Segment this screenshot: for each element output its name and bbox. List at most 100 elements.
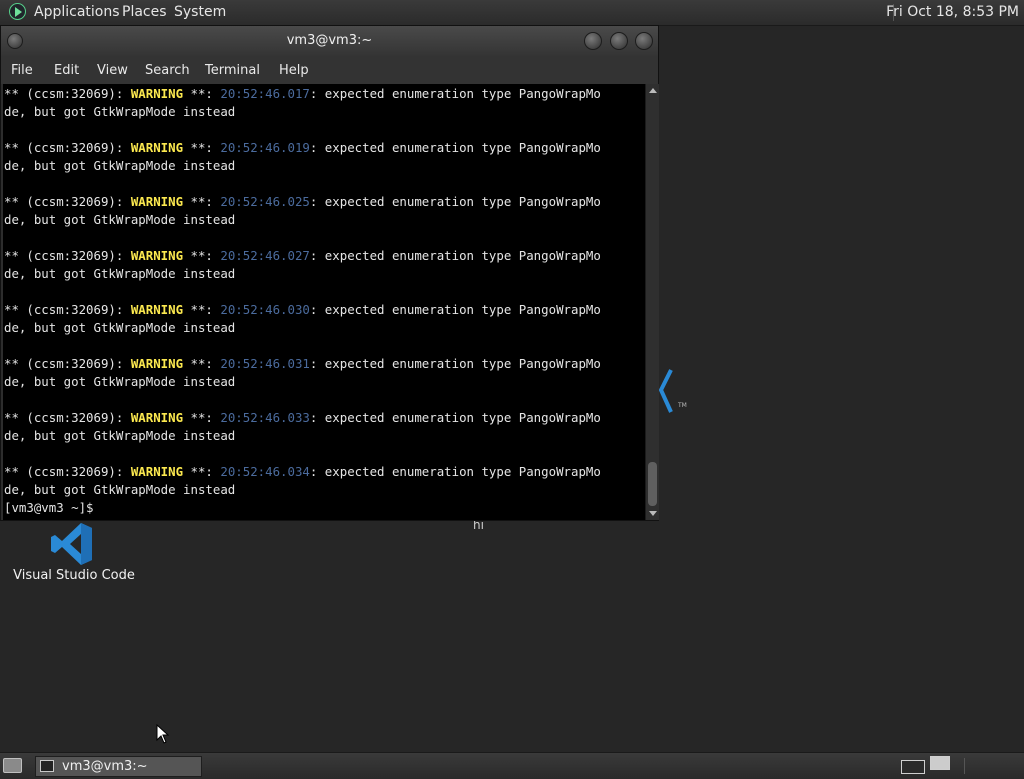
top-panel: Applications Places System Fri Oct 18, 8…: [0, 0, 1024, 26]
terminal-output[interactable]: ** (ccsm:32069): WARNING **: 20:52:46.01…: [3, 84, 645, 520]
log-prefix: ** (ccsm:32069):: [4, 410, 131, 425]
taskbar-item-label: vm3@vm3:~: [62, 759, 148, 774]
terminal-line: ** (ccsm:32069): WARNING **: 20:52:46.03…: [4, 463, 601, 481]
clock[interactable]: Fri Oct 18, 8:53 PM: [886, 4, 1019, 20]
terminal-line-wrap: de, but got GtkWrapMode instead: [4, 103, 601, 121]
log-timestamp: 20:52:46.017: [220, 86, 310, 101]
log-level-warning: WARNING: [130, 86, 184, 101]
terminal-line: ** (ccsm:32069): WARNING **: 20:52:46.02…: [4, 193, 601, 211]
log-message-continued: de, but got GtkWrapMode instead: [4, 428, 236, 443]
vscode-label: Visual Studio Code: [13, 568, 135, 583]
log-timestamp: 20:52:46.025: [220, 194, 310, 209]
menu-search[interactable]: Search: [145, 63, 190, 78]
shell-prompt: [vm3@vm3 ~]$: [4, 500, 101, 515]
log-separator: **:: [183, 248, 221, 263]
menu-places[interactable]: Places: [122, 4, 167, 20]
terminal-window: vm3@vm3:~ File Edit View Search Terminal…: [0, 25, 659, 521]
log-prefix: ** (ccsm:32069):: [4, 140, 131, 155]
log-timestamp: 20:52:46.033: [220, 410, 310, 425]
log-message-continued: de, but got GtkWrapMode instead: [4, 212, 236, 227]
terminal-line-wrap: de, but got GtkWrapMode instead: [4, 211, 601, 229]
log-message: : expected enumeration type PangoWrapMo: [309, 248, 601, 263]
terminal-line-wrap: de, but got GtkWrapMode instead: [4, 265, 601, 283]
terminal-prompt-line[interactable]: [vm3@vm3 ~]$: [4, 499, 601, 517]
log-separator: **:: [183, 140, 221, 155]
log-prefix: ** (ccsm:32069):: [4, 194, 131, 209]
log-prefix: ** (ccsm:32069):: [4, 356, 131, 371]
log-message: : expected enumeration type PangoWrapMo: [309, 302, 601, 317]
menu-file[interactable]: File: [11, 63, 33, 78]
window-menubar: File Edit View Search Terminal Help: [1, 56, 658, 84]
log-timestamp: 20:52:46.019: [220, 140, 310, 155]
scroll-thumb[interactable]: [648, 462, 657, 506]
menu-system[interactable]: System: [174, 4, 226, 20]
workspace-2-icon[interactable]: [930, 756, 950, 770]
log-timestamp: 20:52:46.031: [220, 356, 310, 371]
applications-logo-icon[interactable]: [9, 3, 26, 20]
terminal-line-wrap: de, but got GtkWrapMode instead: [4, 157, 601, 175]
log-timestamp: 20:52:46.034: [220, 464, 310, 479]
log-level-warning: WARNING: [130, 464, 184, 479]
terminal-line-wrap: de, but got GtkWrapMode instead: [4, 319, 601, 337]
mouse-pointer-icon: [156, 724, 170, 744]
tray-separator: [964, 758, 965, 774]
terminal-scrollbar[interactable]: [645, 84, 659, 520]
terminal-line: ** (ccsm:32069): WARNING **: 20:52:46.01…: [4, 85, 601, 103]
log-separator: **:: [183, 464, 221, 479]
bottom-panel: vm3@vm3:~: [0, 752, 1024, 779]
scroll-up-arrow-icon[interactable]: [649, 88, 657, 93]
log-separator: **:: [183, 302, 221, 317]
log-message-continued: de, but got GtkWrapMode instead: [4, 104, 236, 119]
log-prefix: ** (ccsm:32069):: [4, 86, 131, 101]
log-message: : expected enumeration type PangoWrapMo: [309, 86, 601, 101]
trademark-mark: TM: [678, 402, 687, 409]
terminal-line-wrap: de, but got GtkWrapMode instead: [4, 427, 601, 445]
log-level-warning: WARNING: [130, 248, 184, 263]
log-timestamp: 20:52:46.030: [220, 302, 310, 317]
log-message-continued: de, but got GtkWrapMode instead: [4, 482, 236, 497]
terminal-icon: [40, 760, 54, 772]
menu-help[interactable]: Help: [279, 63, 309, 78]
minimize-button[interactable]: [584, 32, 602, 50]
log-message: : expected enumeration type PangoWrapMo: [309, 410, 601, 425]
menu-terminal[interactable]: Terminal: [205, 63, 260, 78]
log-message-continued: de, but got GtkWrapMode instead: [4, 266, 236, 281]
log-message-continued: de, but got GtkWrapMode instead: [4, 320, 236, 335]
window-title: vm3@vm3:~: [286, 33, 373, 48]
close-button[interactable]: [635, 32, 653, 50]
menu-applications[interactable]: Applications: [34, 4, 120, 20]
log-level-warning: WARNING: [130, 194, 184, 209]
log-message-continued: de, but got GtkWrapMode instead: [4, 374, 236, 389]
log-prefix: ** (ccsm:32069):: [4, 464, 131, 479]
maximize-button[interactable]: [610, 32, 628, 50]
window-titlebar[interactable]: vm3@vm3:~: [1, 26, 658, 56]
terminal-lines: ** (ccsm:32069): WARNING **: 20:52:46.01…: [4, 85, 601, 517]
log-prefix: ** (ccsm:32069):: [4, 248, 131, 263]
menu-edit[interactable]: Edit: [54, 63, 79, 78]
terminal-line: ** (ccsm:32069): WARNING **: 20:52:46.01…: [4, 139, 601, 157]
log-separator: **:: [183, 356, 221, 371]
log-separator: **:: [183, 86, 221, 101]
terminal-line: ** (ccsm:32069): WARNING **: 20:52:46.03…: [4, 409, 601, 427]
log-timestamp: 20:52:46.027: [220, 248, 310, 263]
log-message: : expected enumeration type PangoWrapMo: [309, 140, 601, 155]
show-desktop-icon[interactable]: [3, 758, 22, 773]
log-level-warning: WARNING: [130, 410, 184, 425]
vscode-icon[interactable]: [48, 520, 96, 568]
log-level-warning: WARNING: [130, 302, 184, 317]
terminal-line-wrap: de, but got GtkWrapMode instead: [4, 373, 601, 391]
taskbar-item-terminal[interactable]: vm3@vm3:~: [35, 756, 202, 777]
workspace-1-icon[interactable]: [901, 760, 925, 774]
terminal-line: ** (ccsm:32069): WARNING **: 20:52:46.02…: [4, 247, 601, 265]
log-level-warning: WARNING: [130, 140, 184, 155]
log-separator: **:: [183, 194, 221, 209]
terminal-line-wrap: de, but got GtkWrapMode instead: [4, 481, 601, 499]
scroll-down-arrow-icon[interactable]: [649, 511, 657, 516]
menu-view[interactable]: View: [97, 63, 128, 78]
